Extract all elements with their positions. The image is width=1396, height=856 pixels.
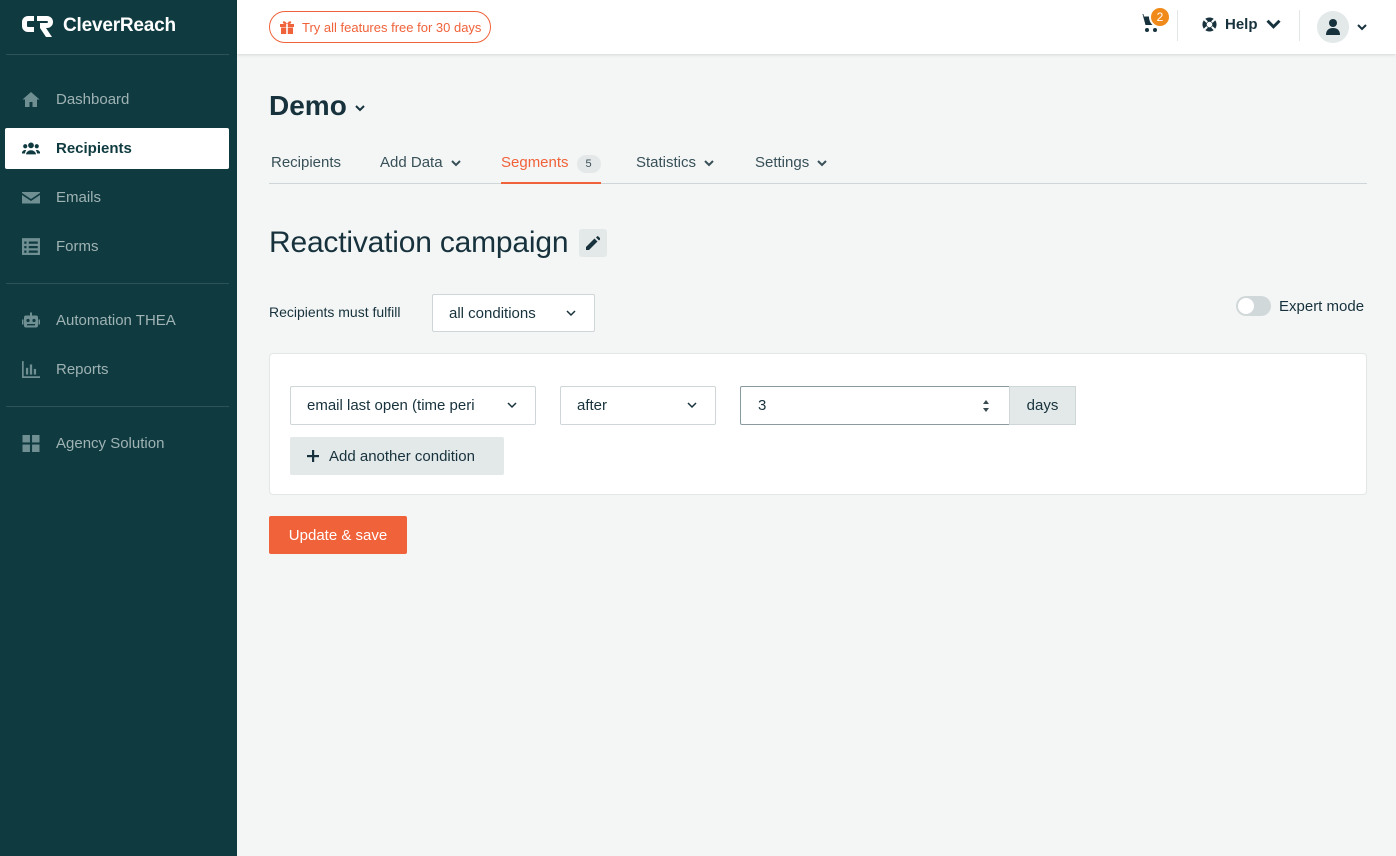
sidebar-divider	[6, 283, 229, 284]
plus-icon	[307, 450, 319, 462]
sidebar-item-automation-thea[interactable]: Automation THEA	[5, 300, 229, 341]
add-condition-button[interactable]: Add another condition	[290, 437, 504, 475]
expert-mode-label: Expert mode	[1279, 297, 1365, 315]
tab-label: Segments	[501, 154, 569, 171]
add-condition-label: Add another condition	[329, 447, 475, 465]
expert-mode-toggle[interactable]	[1236, 296, 1271, 316]
condition-operator-value: after	[577, 397, 608, 414]
page-title-text: Demo	[269, 90, 347, 121]
condition-unit-addon: days	[1009, 386, 1076, 425]
lifebuoy-icon	[1202, 17, 1217, 32]
help-label: Help	[1225, 16, 1258, 33]
logo-text: CleverReach	[63, 15, 176, 36]
fulfill-select[interactable]: all conditions	[432, 294, 595, 332]
page-title[interactable]: Demo	[269, 90, 365, 122]
topbar: Try all features free for 30 days 2 Help	[237, 0, 1396, 54]
tab-recipients[interactable]: Recipients	[271, 146, 341, 184]
robot-icon	[21, 312, 40, 329]
tab-statistics[interactable]: Statistics	[636, 146, 714, 184]
chevron-down-icon	[704, 160, 714, 167]
tab-add-data[interactable]: Add Data	[380, 146, 461, 184]
bar-chart-icon	[21, 361, 40, 378]
sidebar-item-emails[interactable]: Emails	[5, 177, 229, 218]
condition-field-value: email last open (time peri	[307, 397, 475, 414]
sidebar-item-label: Emails	[56, 189, 102, 206]
sidebar: CleverReach Dashboard Recipients Emails …	[0, 0, 237, 856]
sidebar-item-label: Dashboard	[56, 91, 130, 108]
segment-title-text: Reactivation campaign	[269, 226, 569, 259]
edit-title-button[interactable]	[579, 229, 608, 257]
update-save-button[interactable]: Update & save	[269, 516, 407, 554]
sidebar-item-recipients[interactable]: Recipients	[5, 128, 229, 169]
tab-bar: Recipients Add Data Segments 5 Statistic…	[269, 146, 1367, 184]
chevron-down-icon	[450, 160, 461, 167]
form-icon	[21, 238, 40, 255]
cleverreach-logo-icon	[22, 16, 53, 37]
sidebar-item-agency-solution[interactable]: Agency Solution	[5, 423, 229, 464]
fulfill-label: Recipients must fulfill	[269, 304, 401, 320]
cart-count-badge: 2	[1149, 6, 1171, 28]
free-trial-button[interactable]: Try all features free for 30 days	[269, 11, 492, 43]
tab-label: Recipients	[271, 154, 342, 171]
user-avatar[interactable]	[1317, 11, 1349, 43]
help-menu[interactable]: Help	[1202, 16, 1281, 33]
expert-mode: Expert mode	[1236, 296, 1364, 316]
chevron-down-icon	[817, 160, 827, 167]
free-trial-label: Try all features free for 30 days	[302, 19, 482, 35]
sidebar-divider	[6, 406, 229, 407]
tab-settings[interactable]: Settings	[755, 146, 827, 184]
tab-label: Statistics	[636, 154, 697, 171]
condition-field-select[interactable]: email last open (time peri	[290, 386, 536, 425]
segments-count-badge: 5	[576, 155, 601, 173]
tab-label: Add Data	[380, 154, 443, 171]
condition-value-input[interactable]: 3	[740, 386, 1010, 425]
sidebar-item-dashboard[interactable]: Dashboard	[5, 79, 229, 120]
sidebar-item-label: Forms	[56, 238, 99, 255]
pencil-icon	[586, 236, 601, 250]
topbar-separator	[1299, 10, 1300, 41]
chevron-down-icon	[687, 402, 697, 409]
chevron-down-icon	[355, 104, 365, 111]
chevron-down-icon	[1265, 19, 1281, 29]
sidebar-item-label: Automation THEA	[56, 312, 176, 329]
segment-title: Reactivation campaign	[269, 226, 608, 260]
tab-label: Settings	[755, 154, 810, 171]
sidebar-item-reports[interactable]: Reports	[5, 349, 229, 390]
logo[interactable]: CleverReach	[22, 14, 176, 38]
sidebar-item-forms[interactable]: Forms	[5, 226, 229, 267]
user-menu-chevron-down-icon[interactable]	[1357, 24, 1367, 31]
number-spinner-icon[interactable]	[981, 397, 991, 415]
sidebar-item-label: Agency Solution	[56, 435, 165, 452]
tab-segments[interactable]: Segments 5	[501, 146, 601, 184]
condition-value: 3	[758, 397, 767, 414]
sidebar-item-label: Reports	[56, 361, 109, 378]
gift-icon	[280, 21, 294, 34]
chevron-down-icon	[507, 402, 517, 409]
users-icon	[21, 140, 40, 157]
user-icon	[1326, 19, 1340, 35]
topbar-separator	[1177, 10, 1178, 41]
sidebar-divider	[6, 54, 229, 55]
envelope-icon	[21, 189, 40, 206]
chevron-down-icon	[566, 310, 576, 317]
sidebar-item-label: Recipients	[56, 140, 132, 157]
fulfill-select-value: all conditions	[449, 304, 536, 322]
condition-operator-select[interactable]: after	[560, 386, 716, 425]
home-icon	[21, 91, 40, 108]
grid-icon	[21, 435, 40, 452]
